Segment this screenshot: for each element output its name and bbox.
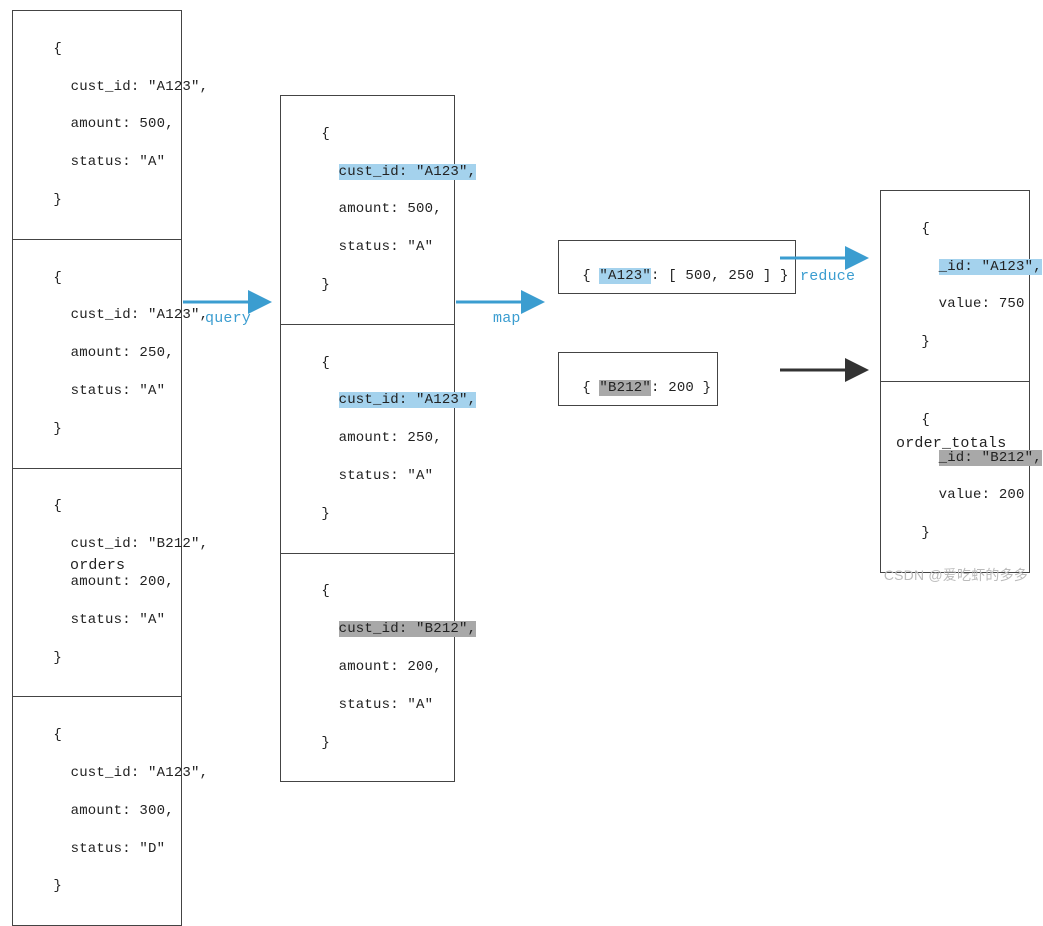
order-totals-column: { _id: "A123", value: 750 } { _id: "B212…: [880, 190, 1030, 573]
highlight-cust-id: cust_id: "A123",: [339, 164, 477, 180]
total-cell: { _id: "B212", value: 200 }: [881, 382, 1029, 572]
highlight-key: "B212": [599, 380, 651, 396]
highlight-id: _id: "A123",: [939, 259, 1042, 275]
highlight-id: _id: "B212",: [939, 450, 1042, 466]
mapped-entry: { "B212": 200 }: [558, 352, 718, 406]
highlight-cust-id: cust_id: "A123",: [339, 392, 477, 408]
queried-cell: { cust_id: "A123", amount: 250, status: …: [281, 325, 454, 554]
orders-label: orders: [70, 557, 125, 574]
orders-column: { cust_id: "A123", amount: 500, status: …: [12, 10, 182, 926]
highlight-cust-id: cust_id: "B212",: [339, 621, 477, 637]
order-cell: { cust_id: "A123", amount: 250, status: …: [13, 240, 181, 469]
order-cell: { cust_id: "B212", amount: 200, status: …: [13, 469, 181, 698]
total-cell: { _id: "A123", value: 750 }: [881, 191, 1029, 382]
queried-column: { cust_id: "A123", amount: 500, status: …: [280, 95, 455, 782]
highlight-key: "A123": [599, 268, 651, 284]
mapped-entry: { "A123": [ 500, 250 ] }: [558, 240, 796, 294]
query-label: query: [205, 310, 251, 327]
reduce-label: reduce: [800, 268, 855, 285]
order-cell: { cust_id: "A123", amount: 300, status: …: [13, 697, 181, 925]
queried-cell: { cust_id: "B212", amount: 200, status: …: [281, 554, 454, 782]
map-label: map: [493, 310, 521, 327]
order-totals-label: order_totals: [896, 435, 1006, 452]
order-cell: { cust_id: "A123", amount: 500, status: …: [13, 11, 181, 240]
queried-cell: { cust_id: "A123", amount: 500, status: …: [281, 96, 454, 325]
watermark: CSDN @爱吃虾的多多: [884, 565, 1028, 585]
